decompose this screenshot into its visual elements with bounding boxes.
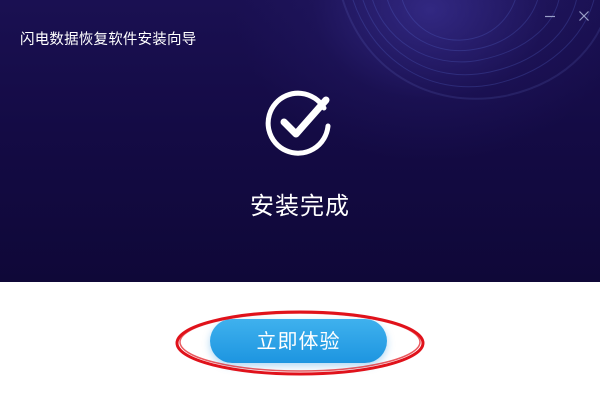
close-button[interactable] xyxy=(575,7,593,25)
status-text: 安装完成 xyxy=(250,192,350,220)
minimize-button[interactable] xyxy=(541,7,559,25)
minimize-icon xyxy=(545,15,555,18)
installer-window: 闪电数据恢复软件安装向导 安装完成 立即体验 xyxy=(0,0,600,402)
close-icon xyxy=(579,11,589,21)
try-now-button[interactable]: 立即体验 xyxy=(210,319,387,363)
window-title: 闪电数据恢复软件安装向导 xyxy=(20,32,197,48)
check-circle-icon xyxy=(265,90,331,156)
hero-panel: 闪电数据恢复软件安装向导 安装完成 xyxy=(0,0,600,282)
